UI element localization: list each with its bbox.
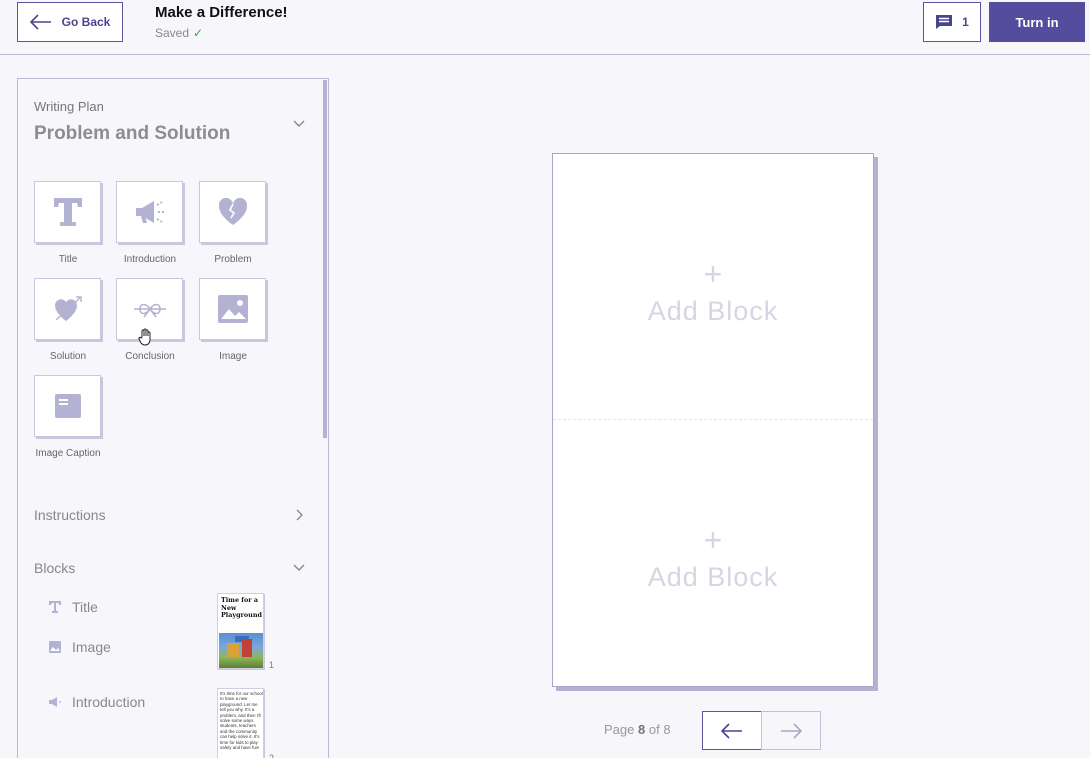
title-icon xyxy=(53,198,82,226)
arrow-left-icon xyxy=(29,14,51,30)
tile-label: Title xyxy=(58,254,78,265)
document-title: Make a Difference! xyxy=(155,4,288,21)
writing-plan-sidebar: Writing Plan Problem and Solution Title … xyxy=(17,78,329,758)
go-back-button[interactable]: Go Back xyxy=(17,2,123,42)
plus-icon: + xyxy=(703,522,723,558)
add-block-label: Add Block xyxy=(647,296,779,326)
sidebar-scrollbar[interactable] xyxy=(323,80,327,438)
megaphone-icon xyxy=(49,697,61,707)
arrow-left-icon xyxy=(721,722,742,739)
image-icon xyxy=(217,295,248,323)
playground-image xyxy=(219,633,263,668)
arrow-right-icon xyxy=(781,722,802,739)
saved-status: Saved ✓ xyxy=(155,26,203,40)
thumbnail-text: It's time for our school to have a new p… xyxy=(220,691,263,751)
block-item-label: Title xyxy=(72,599,98,615)
comment-count: 1 xyxy=(962,15,969,29)
plus-icon: + xyxy=(703,256,723,292)
saved-label: Saved xyxy=(155,26,190,40)
checkmark-icon: ✓ xyxy=(193,26,204,40)
tile-label: Problem xyxy=(214,254,252,265)
add-block-top[interactable]: + Add Block xyxy=(553,258,873,327)
page-thumbnail-1[interactable]: Time for a New Playground xyxy=(217,593,264,669)
tile-label: Image xyxy=(219,351,247,362)
total-pages: 8 xyxy=(663,722,671,737)
broken-heart-icon xyxy=(218,197,247,225)
tile-conclusion[interactable]: Conclusion xyxy=(116,278,184,364)
tile-introduction[interactable]: Introduction xyxy=(116,181,184,267)
block-item-label: Introduction xyxy=(72,694,146,710)
image-icon xyxy=(49,641,61,653)
block-divider xyxy=(553,419,873,420)
turn-in-button[interactable]: Turn in xyxy=(989,2,1085,42)
block-item-image[interactable]: Image xyxy=(48,639,111,655)
chevron-down-icon[interactable] xyxy=(292,561,306,575)
comment-icon xyxy=(936,15,953,29)
page-indicator: Page 8 of 8 xyxy=(604,722,671,737)
tile-image-caption[interactable]: Image Caption xyxy=(34,375,102,461)
hand-cursor-icon xyxy=(138,328,151,346)
block-item-title[interactable]: Title xyxy=(48,599,98,615)
heart-arrow-icon xyxy=(54,296,82,321)
document-page: + Add Block + Add Block xyxy=(552,153,874,687)
previous-page-button[interactable] xyxy=(702,711,762,750)
chevron-right-icon[interactable] xyxy=(292,508,306,522)
megaphone-icon xyxy=(135,201,164,223)
block-item-introduction[interactable]: Introduction xyxy=(48,694,145,710)
thumbnail-page-number: 2 xyxy=(269,753,275,758)
tile-label: Conclusion xyxy=(125,351,175,362)
caption-icon xyxy=(54,394,81,418)
writing-plan-title: Problem and Solution xyxy=(34,123,231,144)
next-page-button[interactable] xyxy=(761,711,821,750)
tile-title[interactable]: Title xyxy=(34,181,102,267)
writing-plan-label: Writing Plan xyxy=(34,99,104,114)
comments-button[interactable]: 1 xyxy=(923,2,981,42)
page-thumbnail-2[interactable]: It's time for our school to have a new p… xyxy=(217,688,264,758)
current-page: 8 xyxy=(638,722,646,737)
add-block-label: Add Block xyxy=(647,562,779,592)
title-icon xyxy=(49,601,61,613)
instructions-toggle[interactable]: Instructions xyxy=(34,507,106,523)
thumbnail-page-number: 1 xyxy=(269,660,275,670)
tile-label: Introduction xyxy=(123,254,177,265)
block-item-label: Image xyxy=(72,639,111,655)
ribbon-icon xyxy=(133,303,166,318)
tile-image[interactable]: Image xyxy=(199,278,267,364)
add-block-bottom[interactable]: + Add Block xyxy=(553,524,873,593)
tile-label: Image Caption xyxy=(35,448,101,459)
tile-solution[interactable]: Solution xyxy=(34,278,102,364)
tile-problem[interactable]: Problem xyxy=(199,181,267,267)
blocks-toggle[interactable]: Blocks xyxy=(34,560,75,576)
chevron-down-icon[interactable] xyxy=(292,117,306,131)
go-back-label: Go Back xyxy=(61,15,111,29)
thumbnail-title: Time for a New Playground xyxy=(221,596,262,620)
tile-label: Solution xyxy=(49,351,87,362)
top-bar: Go Back Make a Difference! Saved ✓ 1 Tur… xyxy=(0,0,1090,55)
